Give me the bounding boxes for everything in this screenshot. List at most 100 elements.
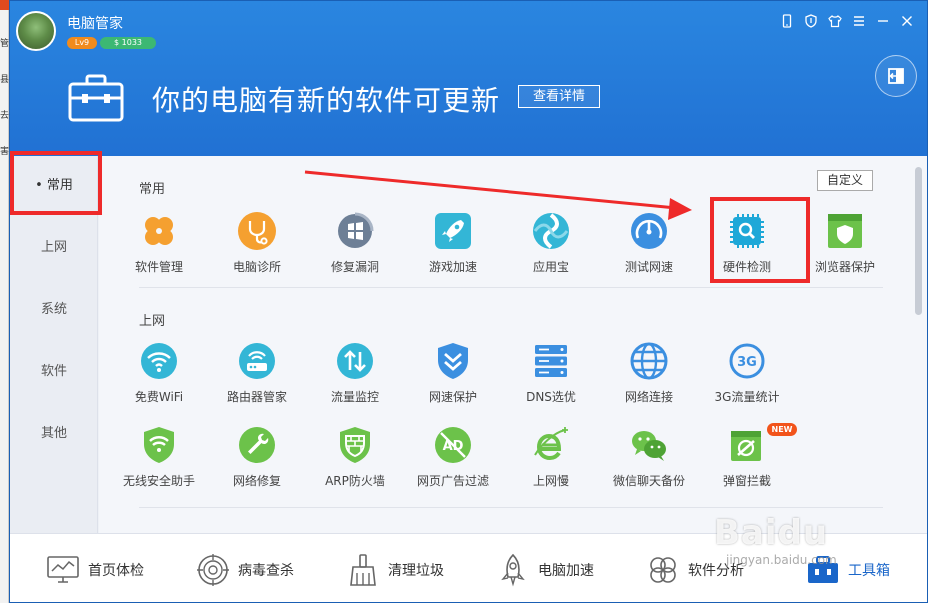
tool-speed-test[interactable]: 测试网速 (601, 211, 697, 281)
section-divider (139, 287, 883, 288)
wechat-icon (632, 431, 666, 461)
tool-label: 游戏加速 (428, 260, 477, 274)
vertical-scrollbar[interactable] (915, 167, 922, 315)
wrench-icon (239, 427, 275, 463)
sidebar-item-system[interactable]: 系统 (10, 290, 98, 330)
tool-fix-vulnerability[interactable]: 修复漏洞 (307, 211, 403, 281)
nav-toolbox[interactable]: 工具箱 (806, 552, 890, 588)
broom-icon (350, 554, 376, 586)
up-down-arrows-icon (337, 343, 373, 379)
wifi-icon (141, 343, 177, 379)
app-window: 电脑管家 Lv9 $ 1033 你的电脑有新的软件可更新 查看详情 • 常用 上… (9, 0, 928, 603)
tool-label: 浏览器保护 (814, 260, 875, 274)
rocket-icon (435, 213, 471, 249)
tool-label: 免费WiFi (134, 390, 184, 404)
server-icon (535, 345, 567, 377)
tool-ad-filter[interactable]: AD 网页广告过滤 (405, 425, 501, 495)
tool-router-manager[interactable]: 路由器管家 (209, 341, 305, 411)
ie-icon (534, 427, 568, 461)
tool-3g-stats[interactable]: 3G 3G流量统计 (699, 341, 795, 411)
exit-toolbox-button[interactable] (875, 55, 917, 97)
phone-icon[interactable] (775, 11, 799, 31)
tool-app-store[interactable]: 应用宝 (503, 211, 599, 281)
nav-label: 软件分析 (688, 563, 744, 579)
new-badge: NEW (767, 423, 797, 436)
tool-label: 网络修复 (232, 474, 281, 488)
tool-label: 流量监控 (330, 390, 379, 404)
sidebar-item-software[interactable]: 软件 (10, 352, 98, 392)
customize-button[interactable]: 自定义 (817, 170, 873, 191)
app-name: 电脑管家 (67, 16, 123, 32)
strip-char: 去 (0, 111, 9, 121)
speedometer-icon (631, 213, 667, 249)
app-store-icon (533, 213, 569, 249)
tool-label: 上网慢 (532, 474, 569, 488)
tool-label: 3G流量统计 (714, 390, 780, 404)
close-icon (0, 0, 9, 10)
clover-icon (145, 217, 173, 245)
tool-wechat-backup[interactable]: 微信聊天备份 (601, 425, 697, 495)
level-badge[interactable]: Lv9 (67, 37, 97, 49)
tool-game-boost[interactable]: 游戏加速 (405, 211, 501, 281)
shield-icon[interactable] (799, 11, 823, 31)
toolbox-icon (808, 556, 838, 583)
sidebar-item-other[interactable]: 其他 (10, 414, 98, 454)
avatar[interactable] (16, 11, 56, 51)
3g-icon: 3G (729, 343, 765, 379)
tool-speed-protect[interactable]: 网速保护 (405, 341, 501, 411)
view-details-button[interactable]: 查看详情 (518, 85, 600, 108)
menu-icon[interactable] (847, 11, 871, 31)
tool-free-wifi[interactable]: 免费WiFi (111, 341, 207, 411)
tool-software-manager[interactable]: 软件管理 (111, 211, 207, 281)
nav-virus-scan[interactable]: 病毒查杀 (196, 552, 294, 588)
firewall-shield-icon (340, 427, 370, 463)
tool-label: 网络连接 (624, 390, 673, 404)
highlight-box-hardware (710, 197, 810, 283)
tool-label: 修复漏洞 (330, 260, 379, 274)
tool-browser-protect[interactable]: 浏览器保护 (797, 211, 893, 281)
3g-text: 3G (737, 355, 757, 370)
tool-label: 路由器管家 (226, 390, 287, 404)
header: 电脑管家 Lv9 $ 1033 你的电脑有新的软件可更新 查看详情 (10, 1, 927, 156)
minimize-icon[interactable] (871, 11, 895, 31)
toolbox-icon (68, 74, 124, 122)
tool-traffic-monitor[interactable]: 流量监控 (307, 341, 403, 411)
monitor-chart-icon (47, 556, 79, 583)
tool-arp-firewall[interactable]: ARP防火墙 (307, 425, 403, 495)
nav-label: 首页体检 (88, 563, 144, 579)
strip-char: 管 (0, 39, 9, 49)
banner-text: 你的电脑有新的软件可更新 (152, 84, 501, 117)
tool-dns-select[interactable]: DNS选优 (503, 341, 599, 411)
target-icon (197, 554, 229, 586)
exit-icon (888, 68, 904, 84)
strip-char: 害 (0, 147, 9, 157)
nav-clean-junk[interactable]: 清理垃圾 (346, 552, 444, 588)
tool-label: 软件管理 (134, 260, 183, 274)
nav-label: 工具箱 (848, 563, 890, 579)
nav-label: 电脑加速 (538, 563, 594, 579)
skin-icon[interactable] (823, 11, 847, 31)
tool-pc-clinic[interactable]: 电脑诊所 (209, 211, 305, 281)
section-divider (139, 507, 883, 508)
tool-label: 无线安全助手 (122, 474, 195, 488)
nav-home-checkup[interactable]: 首页体检 (46, 552, 144, 588)
tool-label: 微信聊天备份 (612, 474, 685, 488)
close-icon[interactable] (895, 11, 919, 31)
tool-label: ARP防火墙 (325, 474, 385, 488)
globe-icon (630, 342, 668, 380)
tool-label: 弹窗拦截 (722, 474, 771, 488)
nav-software-analysis[interactable]: 软件分析 (646, 552, 744, 588)
tool-slow-internet[interactable]: 上网慢 (503, 425, 599, 495)
shield-chevron-icon (438, 343, 468, 379)
tool-network-connect[interactable]: 网络连接 (601, 341, 697, 411)
nav-label: 清理垃圾 (388, 563, 444, 579)
sidebar-item-internet[interactable]: 上网 (10, 228, 98, 268)
tool-network-repair[interactable]: 网络修复 (209, 425, 305, 495)
section-title-common: 常用 (139, 182, 166, 197)
tool-label: 电脑诊所 (232, 260, 281, 274)
nav-pc-speedup[interactable]: 电脑加速 (496, 552, 594, 588)
rocket-icon (501, 553, 525, 587)
clover-outline-icon (650, 557, 676, 583)
tool-wireless-security[interactable]: 无线安全助手 (111, 425, 207, 495)
coin-badge[interactable]: $ 1033 (100, 37, 156, 49)
